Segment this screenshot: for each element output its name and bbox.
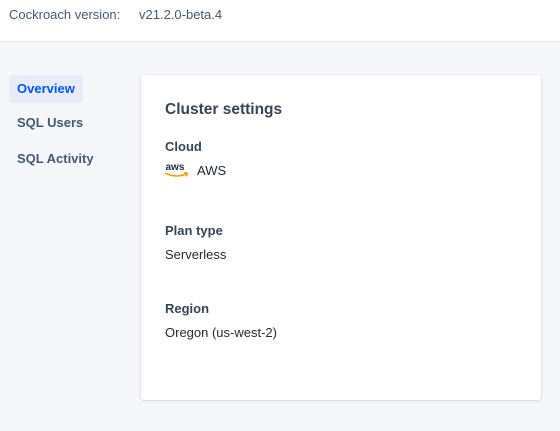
region-value: Oregon (us-west-2) — [165, 325, 277, 340]
cluster-settings-card: Cluster settings Cloud aws AWS Plan type… — [141, 75, 541, 400]
version-label: Cockroach version: — [9, 7, 121, 22]
cloud-label: Cloud — [165, 139, 202, 154]
aws-logo-icon: aws — [165, 162, 189, 177]
sidebar-item-sql-activity[interactable]: SQL Activity — [9, 145, 102, 173]
version-value: v21.2.0-beta.4 — [139, 7, 223, 22]
sidebar-item-overview[interactable]: Overview — [9, 75, 83, 103]
cloud-value: AWS — [197, 163, 227, 178]
main-content: Overview SQL Users SQL Activity Cluster … — [0, 42, 560, 431]
card-title: Cluster settings — [165, 101, 283, 118]
plan-type-label: Plan type — [165, 223, 223, 238]
region-label: Region — [165, 301, 210, 316]
plan-type-value: Serverless — [165, 247, 227, 262]
sidebar-item-sql-users[interactable]: SQL Users — [9, 109, 91, 137]
aws-logo-text: aws — [166, 162, 185, 173]
top-bar: Cockroach version: v21.2.0-beta.4 — [0, 0, 560, 42]
